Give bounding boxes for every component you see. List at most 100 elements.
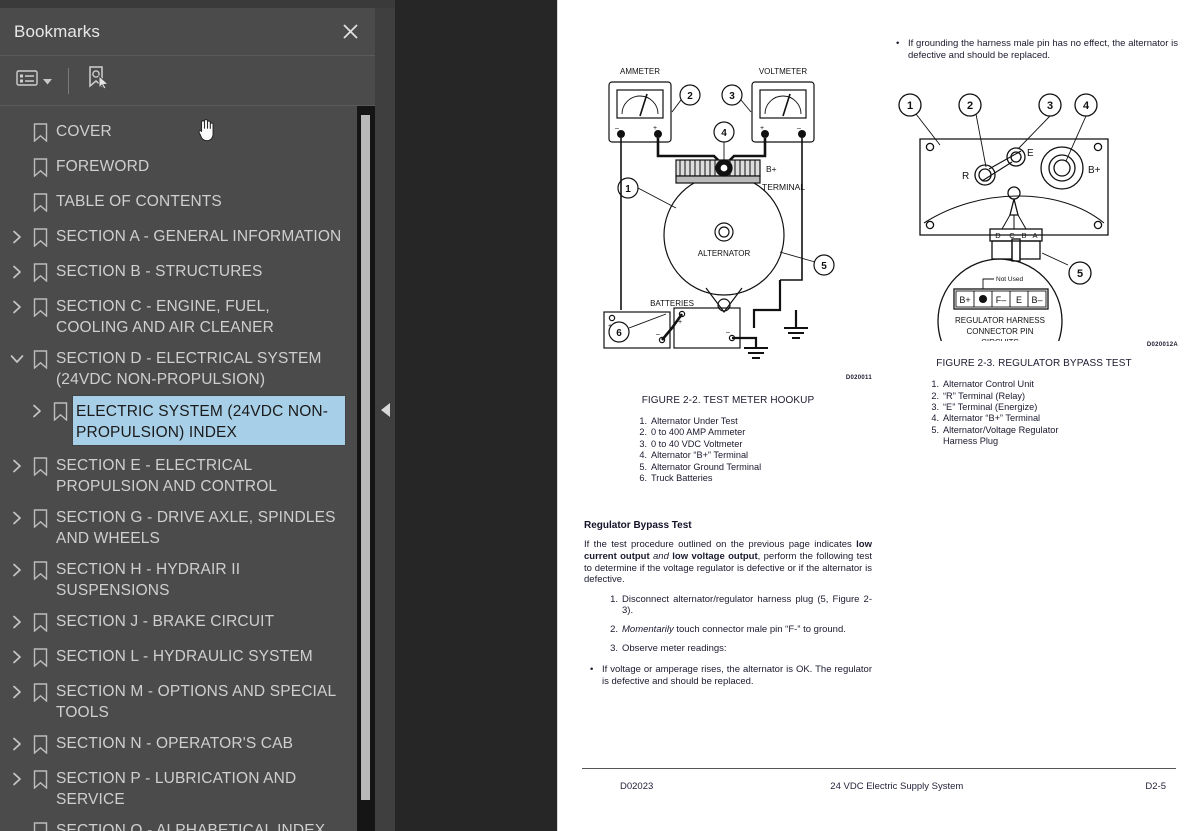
bookmark-item[interactable]: SECTION P - LUBRICATION AND SERVICE bbox=[0, 761, 375, 813]
chevron-right-icon[interactable] bbox=[6, 608, 28, 636]
svg-text:–: – bbox=[726, 329, 730, 336]
svg-text:E: E bbox=[1016, 295, 1022, 305]
bookmark-item-labelbox: SECTION B - STRUCTURES bbox=[56, 257, 263, 282]
chevron-right-icon[interactable] bbox=[6, 504, 28, 532]
bookmark-icon bbox=[28, 556, 52, 584]
step-number: 1. bbox=[610, 593, 618, 605]
bookmark-tree-container: COVER FOREWORD TABLE OF CONTENTS SECTION A … bbox=[0, 106, 375, 831]
bookmark-item-labelbox: FOREWORD bbox=[56, 152, 149, 177]
chevron-right-icon[interactable] bbox=[6, 643, 28, 671]
bookmark-icon bbox=[28, 678, 52, 706]
chevron-right-icon[interactable] bbox=[6, 293, 28, 321]
twisty-spacer bbox=[6, 817, 28, 831]
svg-text:D: D bbox=[995, 231, 1001, 240]
list-options-icon bbox=[16, 69, 38, 92]
legend-text: Alternator Under Test bbox=[651, 416, 738, 426]
bookmark-item[interactable]: SECTION J - BRAKE CIRCUIT bbox=[0, 604, 375, 639]
sidebar-scrollbar-thumb[interactable] bbox=[361, 115, 370, 800]
bookmark-item[interactable]: SECTION A - GENERAL INFORMATION bbox=[0, 219, 375, 254]
bookmark-item-labelbox: SECTION G - DRIVE AXLE, SPINDLES AND WHE… bbox=[56, 503, 345, 549]
bookmark-icon bbox=[28, 188, 52, 216]
bookmark-item[interactable]: SECTION Q - ALPHABETICAL INDEX bbox=[0, 813, 375, 831]
sidebar-toolbar bbox=[0, 56, 375, 106]
bookmark-item[interactable]: SECTION B - STRUCTURES bbox=[0, 254, 375, 289]
bookmark-icon bbox=[28, 608, 52, 636]
chevron-right-icon[interactable] bbox=[6, 678, 28, 706]
bookmark-item-labelbox: SECTION L - HYDRAULIC SYSTEM bbox=[56, 642, 313, 667]
bookmark-item-labelbox: SECTION H - HYDRAIR II SUSPENSIONS bbox=[56, 555, 345, 601]
bookmark-item-label: SECTION D - ELECTRICAL SYSTEM (24VDC NON… bbox=[56, 350, 322, 388]
chevron-right-icon[interactable] bbox=[26, 397, 48, 425]
procedure-step: 3. Observe meter readings: bbox=[584, 643, 872, 655]
legend-row: 1. Alternator Control Unit bbox=[928, 379, 1178, 390]
chevron-right-icon[interactable] bbox=[6, 730, 28, 758]
regulator-bypass-paragraph: If the test procedure outlined on the pr… bbox=[584, 539, 872, 585]
svg-text:2: 2 bbox=[687, 91, 693, 102]
sidebar-scrollbar-track[interactable] bbox=[357, 106, 375, 831]
bookmark-item[interactable]: SECTION M - OPTIONS AND SPECIAL TOOLS bbox=[0, 674, 375, 726]
svg-text:B–: B– bbox=[1031, 295, 1042, 305]
svg-text:C: C bbox=[1009, 231, 1015, 240]
svg-text:5: 5 bbox=[821, 261, 827, 272]
legend-text: “R” Terminal (Relay) bbox=[943, 390, 1026, 401]
bookmark-item-label: SECTION E - ELECTRICAL PROPULSION AND CO… bbox=[56, 457, 278, 495]
svg-text:4: 4 bbox=[1083, 100, 1090, 112]
chevron-right-icon[interactable] bbox=[6, 556, 28, 584]
twisty-spacer bbox=[6, 118, 28, 146]
bookmark-item[interactable]: SECTION H - HYDRAIR II SUSPENSIONS bbox=[0, 552, 375, 604]
figure-2-2-code: D020011 bbox=[845, 375, 872, 381]
bookmark-item-labelbox: SECTION D - ELECTRICAL SYSTEM (24VDC NON… bbox=[56, 344, 345, 390]
document-viewer[interactable]: AMMETER VOLTMETER ALTERNATOR BATTERIES B… bbox=[395, 0, 1200, 831]
footer-document-number: D02023 bbox=[620, 781, 654, 792]
svg-text:+: + bbox=[678, 319, 682, 326]
label-ammeter: AMMETER bbox=[620, 67, 660, 76]
collapse-sidebar-handle[interactable] bbox=[375, 395, 395, 425]
legend-row: 3. “E” Terminal (Energize) bbox=[928, 402, 1178, 413]
chevron-right-icon[interactable] bbox=[6, 223, 28, 251]
new-bookmark-button[interactable] bbox=[81, 62, 115, 99]
svg-text:CONNECTOR PIN: CONNECTOR PIN bbox=[967, 327, 1034, 336]
svg-text:5: 5 bbox=[1077, 268, 1083, 280]
legend-row: 2. “R” Terminal (Relay) bbox=[928, 391, 1178, 402]
bullet-dot: • bbox=[590, 664, 594, 676]
chevron-right-icon[interactable] bbox=[6, 258, 28, 286]
chevron-right-icon[interactable] bbox=[6, 765, 28, 793]
bookmark-item[interactable]: SECTION L - HYDRAULIC SYSTEM bbox=[0, 639, 375, 674]
bookmark-item-label: SECTION J - BRAKE CIRCUIT bbox=[56, 613, 275, 630]
bookmark-item[interactable]: FOREWORD bbox=[0, 149, 375, 184]
bookmark-icon bbox=[28, 223, 52, 251]
figure-2-2-legend: 1. Alternator Under Test 2. 0 to 400 AMP Am… bbox=[584, 416, 872, 484]
grounding-note-bullet: • If grounding the harness male pin has … bbox=[890, 38, 1178, 61]
svg-text:4: 4 bbox=[721, 128, 727, 139]
bookmark-item[interactable]: ELECTRIC SYSTEM (24VDC NON-PROPULSION) I… bbox=[0, 393, 375, 448]
bookmark-tree[interactable]: COVER FOREWORD TABLE OF CONTENTS SECTION A … bbox=[0, 106, 375, 831]
svg-text:B+: B+ bbox=[959, 295, 970, 305]
bookmark-item[interactable]: SECTION C - ENGINE, FUEL, COOLING AND AI… bbox=[0, 289, 375, 341]
chevron-down-icon[interactable] bbox=[6, 345, 28, 373]
legend-row: 6. Truck Batteries bbox=[636, 473, 872, 484]
bookmark-item[interactable]: SECTION E - ELECTRICAL PROPULSION AND CO… bbox=[0, 448, 375, 500]
bookmark-item-labelbox: SECTION M - OPTIONS AND SPECIAL TOOLS bbox=[56, 677, 345, 723]
bookmark-options-button[interactable] bbox=[12, 66, 56, 95]
para-bold-2: low voltage output bbox=[672, 551, 758, 563]
bookmark-item[interactable]: TABLE OF CONTENTS bbox=[0, 184, 375, 219]
bookmark-icon bbox=[48, 397, 72, 425]
legend-number: 2. bbox=[639, 427, 647, 438]
regulator-bypass-test-diagram: R E B+ DC BA Not Used B+ F– E B– REGULAT… bbox=[898, 93, 1109, 384]
svg-text:6: 6 bbox=[616, 328, 622, 339]
legend-row: 3. 0 to 40 VDC Voltmeter bbox=[636, 439, 872, 450]
figure-2-2: AMMETER VOLTMETER ALTERNATOR BATTERIES B… bbox=[584, 60, 872, 381]
bookmark-item[interactable]: SECTION G - DRIVE AXLE, SPINDLES AND WHE… bbox=[0, 500, 375, 552]
legend-text: Truck Batteries bbox=[651, 473, 713, 484]
chevron-down-icon bbox=[43, 72, 52, 90]
chevron-right-icon[interactable] bbox=[6, 452, 28, 480]
toolbar-separator bbox=[68, 67, 69, 94]
bookmark-item[interactable]: COVER bbox=[0, 114, 375, 149]
bookmark-item[interactable]: SECTION N - OPERATOR'S CAB bbox=[0, 726, 375, 761]
close-icon[interactable] bbox=[337, 19, 363, 45]
legend-number: 6. bbox=[639, 473, 647, 484]
legend-row: 4. Alternator “B+” Terminal bbox=[636, 450, 872, 461]
bookmark-item[interactable]: SECTION D - ELECTRICAL SYSTEM (24VDC NON… bbox=[0, 341, 375, 393]
legend-text: 0 to 400 AMP Ammeter bbox=[651, 427, 746, 438]
bookmark-icon bbox=[28, 817, 52, 831]
